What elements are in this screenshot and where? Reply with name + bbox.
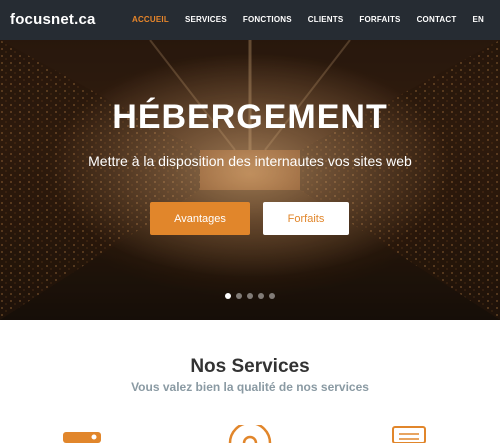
main-nav: ACCUEIL SERVICES FONCTIONS CLIENTS FORFA… [124, 0, 492, 40]
hero-slider: HÉBERGEMENT Mettre à la disposition des … [0, 40, 500, 320]
site-logo[interactable]: focusnet.ca [10, 11, 96, 28]
forfaits-button[interactable]: Forfaits [263, 202, 349, 235]
hero-subtitle: Mettre à la disposition des internautes … [88, 153, 412, 169]
nav-item-fonctions[interactable]: FONCTIONS [235, 0, 300, 40]
document-icon [392, 426, 426, 443]
slider-dot[interactable] [269, 293, 275, 299]
nav-item-language[interactable]: EN [464, 0, 492, 40]
services-title: Nos Services [190, 356, 310, 377]
services-subtitle: Vous valez bien la qualité de nos servic… [131, 380, 369, 394]
nav-item-contact[interactable]: CONTACT [409, 0, 465, 40]
slider-pagination [0, 293, 500, 299]
slider-dot[interactable] [225, 293, 231, 299]
hero-title: HÉBERGEMENT [112, 98, 388, 136]
server-icon [63, 432, 101, 443]
slider-dot[interactable] [247, 293, 253, 299]
nav-item-forfaits[interactable]: FORFAITS [351, 0, 408, 40]
slider-dot[interactable] [258, 293, 264, 299]
avantages-button[interactable]: Avantages [150, 202, 250, 235]
nav-item-services[interactable]: SERVICES [177, 0, 235, 40]
top-navbar: focusnet.ca ACCUEIL SERVICES FONCTIONS C… [0, 0, 500, 40]
support-icon [228, 425, 272, 443]
slider-dot[interactable] [236, 293, 242, 299]
nav-item-clients[interactable]: CLIENTS [300, 0, 352, 40]
nav-item-accueil[interactable]: ACCUEIL [124, 0, 177, 40]
server-room-background [0, 40, 500, 320]
